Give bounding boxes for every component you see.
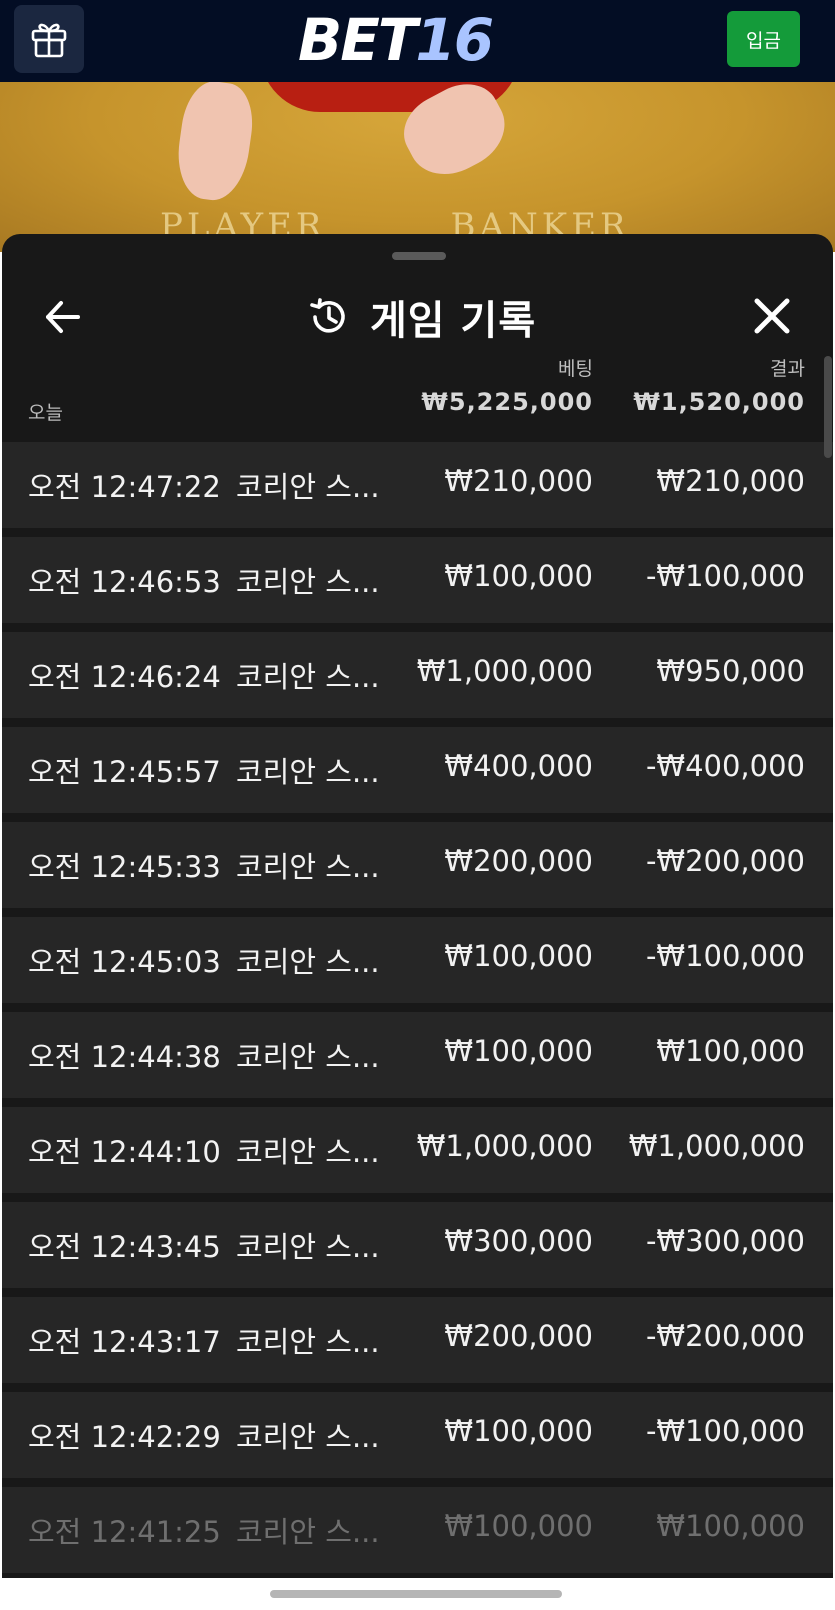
row-bet: ₩100,000 bbox=[444, 559, 593, 593]
row-result: ₩100,000 bbox=[656, 1034, 805, 1068]
scrollbar-thumb[interactable] bbox=[824, 356, 832, 458]
deposit-button[interactable]: 입금 bbox=[727, 11, 800, 67]
logo-text: BET bbox=[298, 6, 417, 74]
history-row[interactable]: 오전 12:43:17 코리안 스... ₩200,000 -₩200,000 bbox=[2, 1297, 833, 1383]
row-result: ₩950,000 bbox=[656, 654, 805, 688]
history-row[interactable]: 오전 12:45:57 코리안 스... ₩400,000 -₩400,000 bbox=[2, 727, 833, 813]
row-game: 코리안 스... bbox=[236, 660, 380, 694]
page-title: 게임 기록 bbox=[370, 298, 537, 344]
row-bet: ₩210,000 bbox=[444, 464, 593, 498]
row-game: 코리안 스... bbox=[236, 755, 380, 789]
history-row[interactable]: 오전 12:43:45 코리안 스... ₩300,000 -₩300,000 bbox=[2, 1202, 833, 1288]
date-group-label: 오늘 bbox=[28, 402, 63, 424]
row-bet: ₩200,000 bbox=[444, 844, 593, 878]
row-game: 코리안 스... bbox=[236, 1325, 380, 1359]
row-bet: ₩100,000 bbox=[444, 1509, 593, 1543]
row-time: 오전 12:43:17 bbox=[28, 1325, 221, 1359]
row-bet: ₩100,000 bbox=[444, 1414, 593, 1448]
row-result: -₩200,000 bbox=[645, 844, 805, 878]
history-row[interactable]: 오전 12:41:25 코리안 스... ₩100,000 ₩100,000 bbox=[2, 1487, 833, 1573]
row-time: 오전 12:46:24 bbox=[28, 660, 221, 694]
row-game: 코리안 스... bbox=[236, 1135, 380, 1169]
row-time: 오전 12:43:45 bbox=[28, 1230, 221, 1264]
column-header-result: 결과 bbox=[770, 358, 805, 380]
row-result: -₩300,000 bbox=[645, 1224, 805, 1258]
row-game: 코리안 스... bbox=[236, 470, 380, 504]
row-result: -₩100,000 bbox=[645, 559, 805, 593]
row-result: ₩100,000 bbox=[656, 1509, 805, 1543]
row-time: 오전 12:44:10 bbox=[28, 1135, 221, 1169]
row-time: 오전 12:47:22 bbox=[28, 470, 221, 504]
live-game-background: PLAYER BANKER bbox=[0, 82, 835, 252]
sheet-title: 게임 기록 bbox=[308, 294, 536, 344]
home-indicator[interactable] bbox=[270, 1590, 562, 1598]
history-summary: 베팅 결과 오늘 ₩5,225,000 ₩1,520,000 bbox=[2, 342, 833, 430]
row-time: 오전 12:42:29 bbox=[28, 1420, 221, 1454]
row-bet: ₩100,000 bbox=[444, 939, 593, 973]
row-bet: ₩400,000 bbox=[444, 749, 593, 783]
row-bet: ₩1,000,000 bbox=[416, 654, 593, 688]
row-game: 코리안 스... bbox=[236, 945, 380, 979]
row-bet: ₩300,000 bbox=[444, 1224, 593, 1258]
row-result: ₩1,000,000 bbox=[628, 1129, 805, 1163]
total-result-amount: ₩1,520,000 bbox=[633, 388, 805, 416]
history-list: 오전 12:47:22 코리안 스... ₩210,000 ₩210,000 오… bbox=[2, 442, 833, 1578]
row-time: 오전 12:45:57 bbox=[28, 755, 221, 789]
history-row[interactable]: 오전 12:46:24 코리안 스... ₩1,000,000 ₩950,000 bbox=[2, 632, 833, 718]
row-game: 코리안 스... bbox=[236, 565, 380, 599]
history-row[interactable]: 오전 12:42:29 코리안 스... ₩100,000 -₩100,000 bbox=[2, 1392, 833, 1478]
row-game: 코리안 스... bbox=[236, 1515, 380, 1549]
row-result: -₩100,000 bbox=[645, 1414, 805, 1448]
column-header-bet: 베팅 bbox=[558, 358, 593, 380]
history-row[interactable]: 오전 12:44:38 코리안 스... ₩100,000 ₩100,000 bbox=[2, 1012, 833, 1098]
history-row[interactable]: 오전 12:47:22 코리안 스... ₩210,000 ₩210,000 bbox=[2, 442, 833, 528]
row-result: -₩200,000 bbox=[645, 1319, 805, 1353]
row-bet: ₩1,000,000 bbox=[416, 1129, 593, 1163]
history-row[interactable]: 오전 12:46:53 코리안 스... ₩100,000 -₩100,000 bbox=[2, 537, 833, 623]
row-time: 오전 12:45:03 bbox=[28, 945, 221, 979]
row-game: 코리안 스... bbox=[236, 1420, 380, 1454]
row-time: 오전 12:45:33 bbox=[28, 850, 221, 884]
row-time: 오전 12:44:38 bbox=[28, 1040, 221, 1074]
row-time: 오전 12:41:25 bbox=[28, 1515, 221, 1549]
game-history-sheet: 게임 기록 베팅 결과 오늘 ₩5,225,000 ₩1,520,000 오전 … bbox=[2, 234, 833, 1578]
history-row[interactable]: 오전 12:45:33 코리안 스... ₩200,000 -₩200,000 bbox=[2, 822, 833, 908]
row-time: 오전 12:46:53 bbox=[28, 565, 221, 599]
gift-icon bbox=[31, 23, 67, 58]
row-result: ₩210,000 bbox=[656, 464, 805, 498]
brand-logo[interactable]: BET16 bbox=[298, 6, 494, 74]
dealer-left-hand bbox=[172, 82, 258, 205]
row-game: 코리안 스... bbox=[236, 1230, 380, 1264]
sheet-drag-handle[interactable] bbox=[392, 252, 446, 260]
row-bet: ₩100,000 bbox=[444, 1034, 593, 1068]
history-clock-icon bbox=[310, 298, 345, 333]
top-header: BET16 입금 bbox=[0, 0, 835, 82]
row-game: 코리안 스... bbox=[236, 1040, 380, 1074]
logo-number: 16 bbox=[415, 6, 494, 74]
page: BET16 입금 PLAYER BANKER 게임 기록 베팅 결과 오늘 ₩5… bbox=[0, 0, 835, 1610]
close-icon[interactable] bbox=[752, 296, 792, 336]
row-result: -₩400,000 bbox=[645, 749, 805, 783]
row-result: -₩100,000 bbox=[645, 939, 805, 973]
arrow-left-icon[interactable] bbox=[42, 296, 84, 338]
history-row[interactable]: 오전 12:45:03 코리안 스... ₩100,000 -₩100,000 bbox=[2, 917, 833, 1003]
row-bet: ₩200,000 bbox=[444, 1319, 593, 1353]
history-row[interactable]: 오전 12:44:10 코리안 스... ₩1,000,000 ₩1,000,0… bbox=[2, 1107, 833, 1193]
row-game: 코리안 스... bbox=[236, 850, 380, 884]
gift-button[interactable] bbox=[14, 5, 84, 73]
total-bet-amount: ₩5,225,000 bbox=[421, 388, 593, 416]
